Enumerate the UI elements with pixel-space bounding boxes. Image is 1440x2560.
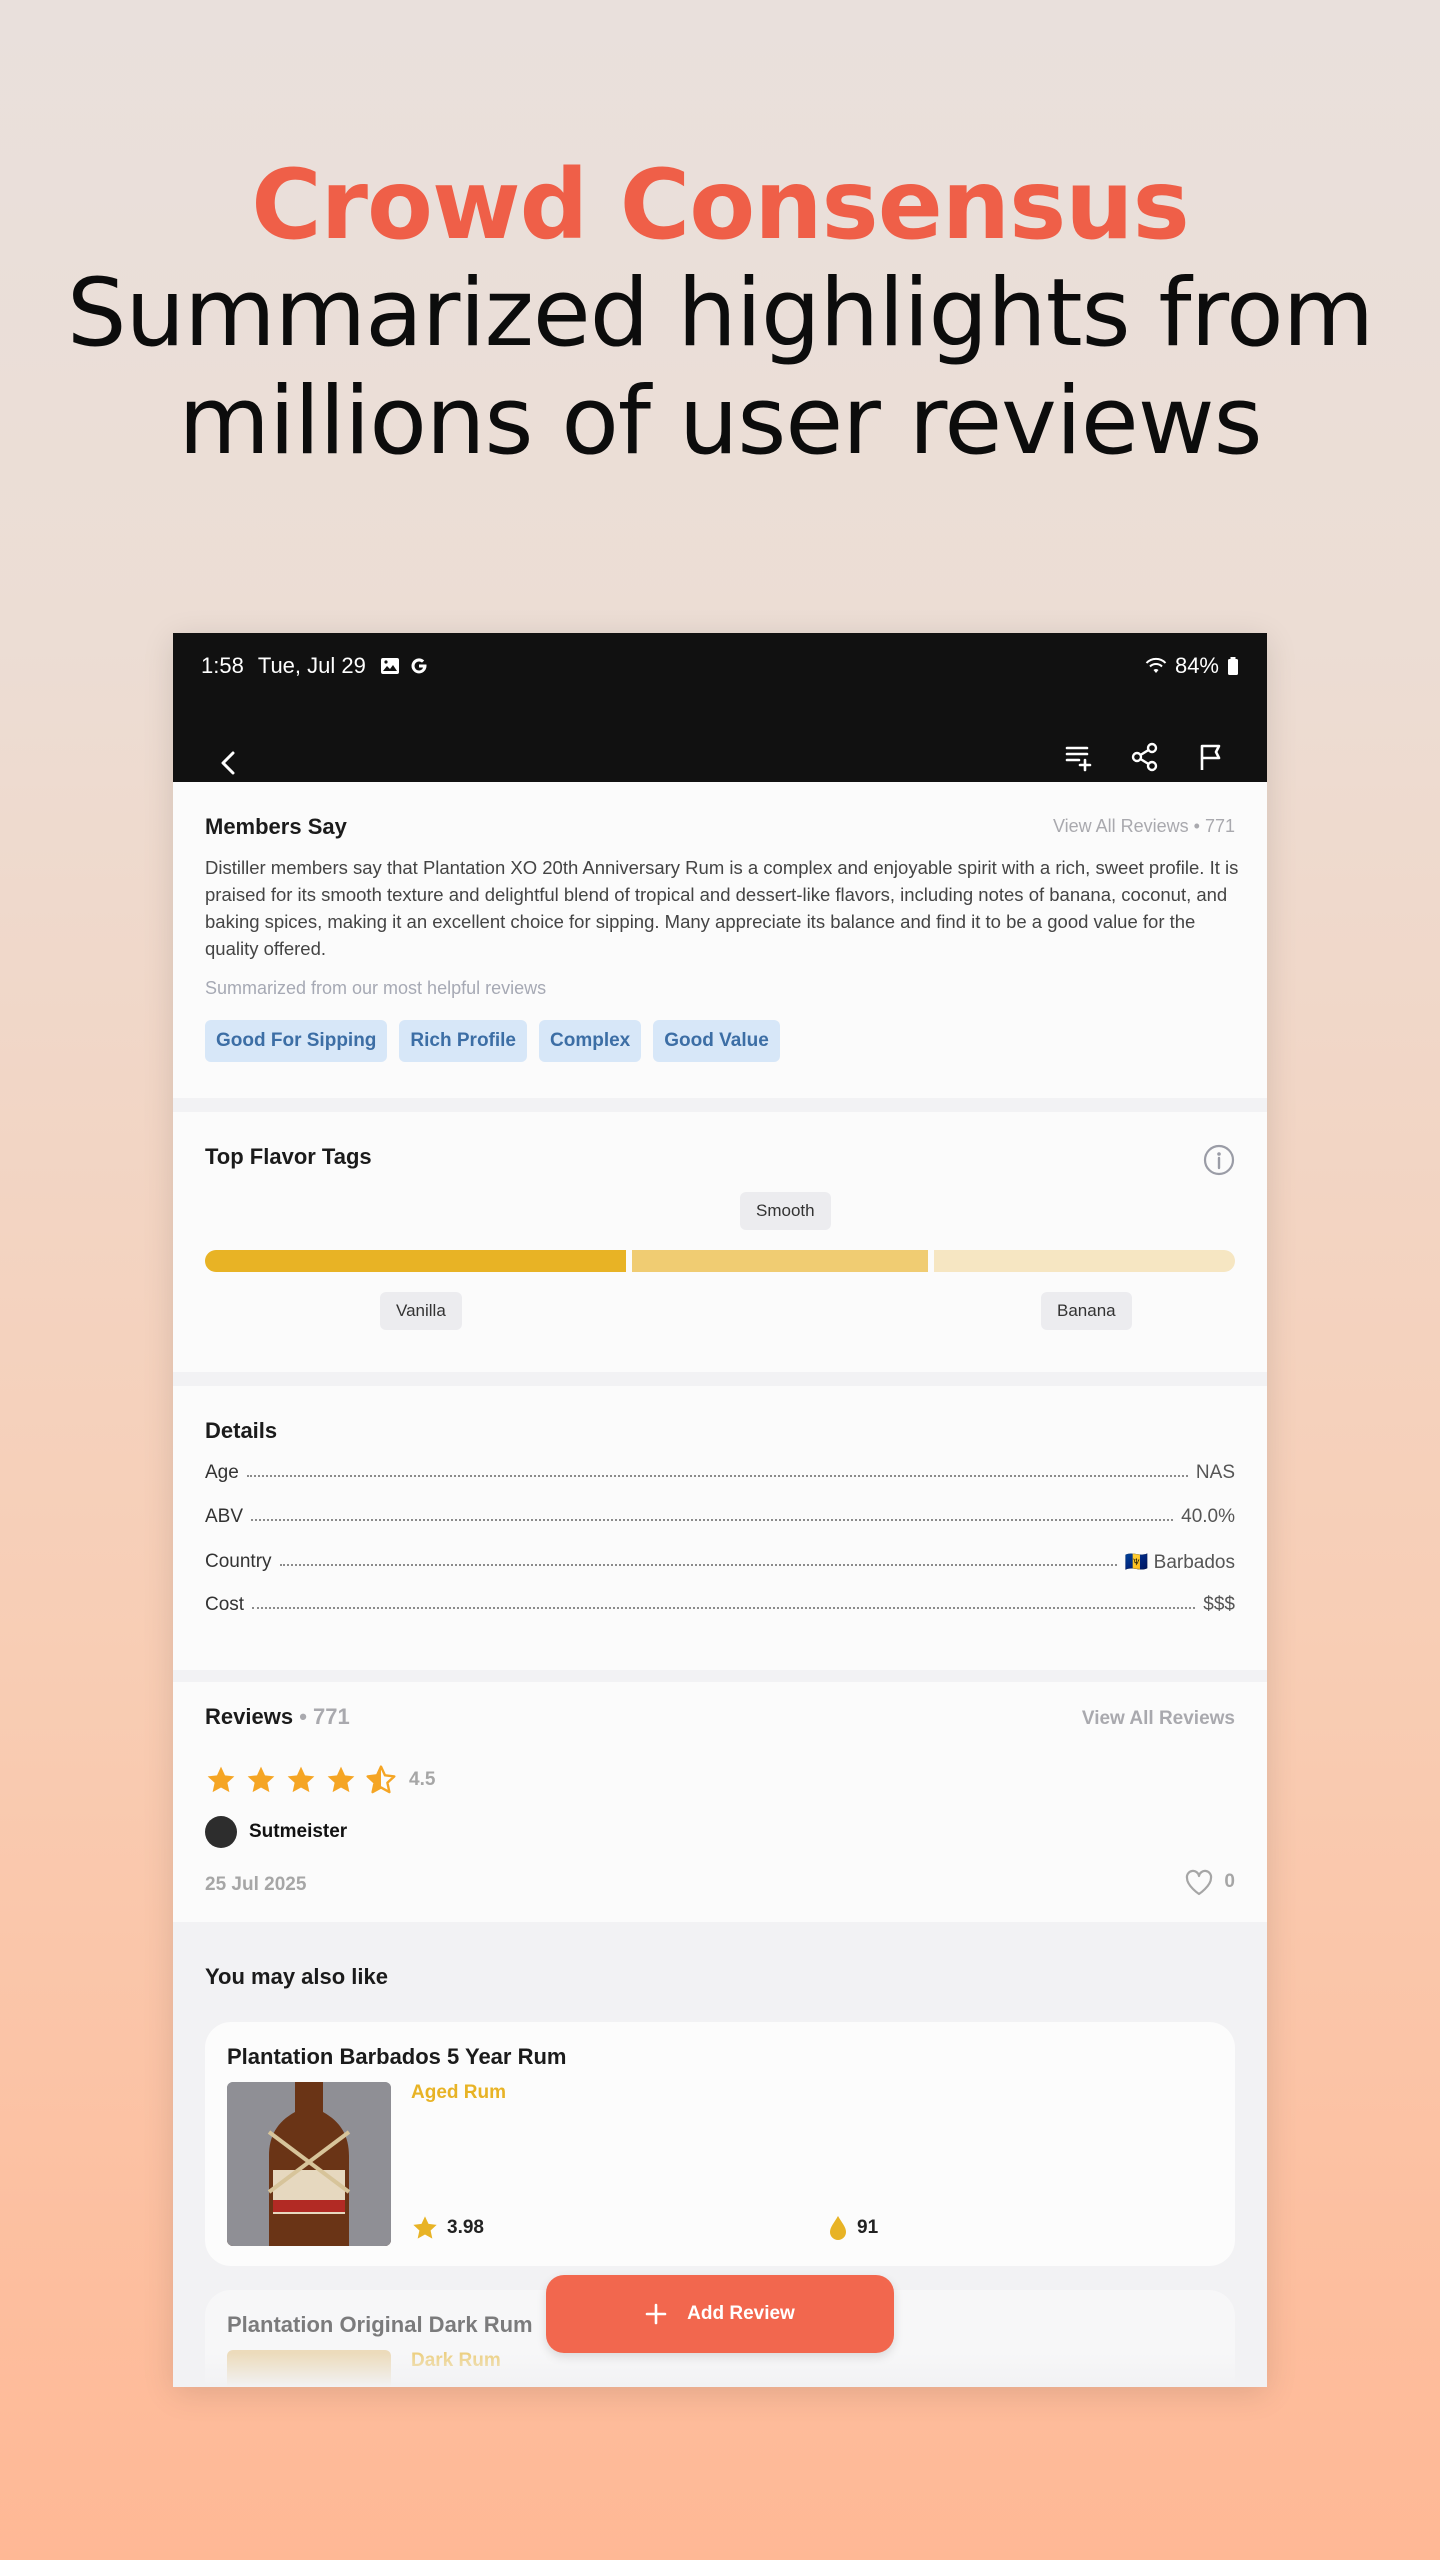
summary-tag: Good For Sipping (205, 1020, 388, 1062)
members-say-title: Members Say (205, 814, 347, 839)
view-all-reviews-link[interactable]: View All Reviews • 771 (1053, 816, 1235, 837)
reviews-title-text: Reviews (205, 1704, 294, 1729)
flavor-segment-vanilla[interactable] (205, 1250, 627, 1272)
like-count: 0 (1224, 1871, 1235, 1892)
rating-value: 4.5 (409, 1769, 436, 1790)
star-icon (205, 1764, 237, 1796)
status-date: Tue, Jul 29 (257, 653, 366, 678)
heart-icon (1184, 1868, 1214, 1896)
detail-label: Country (205, 1551, 272, 1572)
view-all-reviews-button[interactable]: View All Reviews (1082, 1708, 1235, 1730)
flavor-segment-banana[interactable] (933, 1250, 1235, 1272)
add-review-button[interactable]: Add Review (546, 2275, 894, 2353)
review-rating: 4.5 (205, 1764, 435, 1796)
image-notification-icon (380, 656, 400, 676)
detail-row-cost: Cost $$$ (205, 1594, 1235, 1616)
reviewer-name: Sutmeister (249, 1821, 348, 1842)
reviews-card: Reviews • 771 View All Reviews 4.5 Sutme… (173, 1682, 1267, 1922)
detail-label: ABV (205, 1506, 244, 1527)
hero: Crowd Consensus Summarized highlights fr… (0, 150, 1440, 476)
avatar (205, 1816, 237, 1848)
rec-rating-value: 3.98 (447, 2217, 484, 2238)
detail-label: Cost (205, 1594, 245, 1615)
summary-note: Summarized from our most helpful reviews (205, 978, 547, 998)
half-star-icon (365, 1764, 397, 1796)
summary-tags: Good For Sipping Rich Profile Complex Go… (205, 1020, 780, 1062)
device-screen: 1:58 Tue, Jul 29 84% Members Say View Al… (173, 633, 1267, 2387)
plus-icon (645, 2303, 667, 2325)
review-date: 25 Jul 2025 (205, 1874, 307, 1895)
hero-subtitle-line1: Summarized highlights from (66, 259, 1374, 368)
detail-row-country: Country 🇧🇧 Barbados (205, 1550, 1235, 1574)
summary-tag: Good Value (653, 1020, 780, 1062)
battery-text: 84% (1174, 653, 1219, 678)
like-button[interactable]: 0 (1184, 1868, 1235, 1896)
wifi-icon (1145, 657, 1167, 675)
flavor-tags-title: Top Flavor Tags (205, 1144, 372, 1169)
flavor-segment-smooth[interactable] (632, 1250, 928, 1272)
detail-row-abv: ABV 40.0% (205, 1506, 1235, 1528)
rec-drops-value: 91 (857, 2217, 879, 2238)
star-icon (245, 1764, 277, 1796)
flavor-bar (205, 1250, 1235, 1272)
status-bar: 1:58 Tue, Jul 29 84% (173, 633, 1267, 699)
you-may-also-like-title: You may also like (205, 1964, 389, 1989)
rec-type: Aged Rum (411, 2082, 506, 2103)
detail-value: 40.0% (1181, 1506, 1235, 1527)
rec-name: Plantation Barbados 5 Year Rum (227, 2044, 567, 2069)
share-icon[interactable] (1129, 741, 1161, 773)
flavor-label-smooth: Smooth (740, 1192, 831, 1230)
status-time: 1:58 (201, 653, 244, 678)
hero-title: Crowd Consensus (251, 149, 1190, 261)
recommendation-card[interactable]: Plantation Barbados 5 Year Rum Aged Rum … (205, 2022, 1235, 2266)
star-icon (325, 1764, 357, 1796)
detail-value: NAS (1195, 1462, 1235, 1483)
playlist-add-icon[interactable] (1063, 741, 1095, 773)
details-title: Details (205, 1418, 278, 1443)
detail-value: $$$ (1203, 1594, 1235, 1615)
rec-rating: 3.98 (411, 2214, 484, 2242)
rec-drops: 91 (827, 2214, 878, 2242)
members-summary: Distiller members say that Plantation XO… (205, 857, 1239, 959)
reviewer[interactable]: Sutmeister (205, 1816, 347, 1848)
flavor-label-banana: Banana (1041, 1292, 1132, 1330)
summary-tag: Complex (539, 1020, 642, 1062)
star-icon (411, 2214, 439, 2242)
reviews-count: • 771 (299, 1704, 350, 1729)
members-say-card: Members Say View All Reviews • 771 Disti… (173, 782, 1267, 1098)
star-icon (285, 1764, 317, 1796)
drop-icon (827, 2214, 849, 2242)
google-notification-icon (408, 655, 430, 677)
info-icon[interactable] (1203, 1144, 1235, 1176)
flag-icon[interactable] (1195, 741, 1227, 773)
rec-name: Plantation Original Dark Rum (227, 2312, 533, 2337)
detail-row-age: Age NAS (205, 1462, 1235, 1484)
top-flavor-tags-card: Top Flavor Tags Smooth Vanilla Banana (173, 1112, 1267, 1372)
chevron-left-icon[interactable] (209, 743, 249, 783)
reviews-title: Reviews • 771 (205, 1704, 350, 1730)
flavor-label-vanilla: Vanilla (380, 1292, 462, 1330)
add-review-label: Add Review (687, 2303, 795, 2324)
bottle-image (227, 2082, 391, 2246)
hero-subtitle-line2: millions of user reviews (178, 367, 1262, 476)
details-card: Details Age NAS ABV 40.0% Country 🇧🇧 Bar… (173, 1386, 1267, 1670)
battery-icon (1227, 657, 1239, 675)
detail-label: Age (205, 1462, 239, 1483)
summary-tag: Rich Profile (399, 1020, 527, 1062)
detail-value: 🇧🇧 Barbados (1124, 1552, 1235, 1573)
